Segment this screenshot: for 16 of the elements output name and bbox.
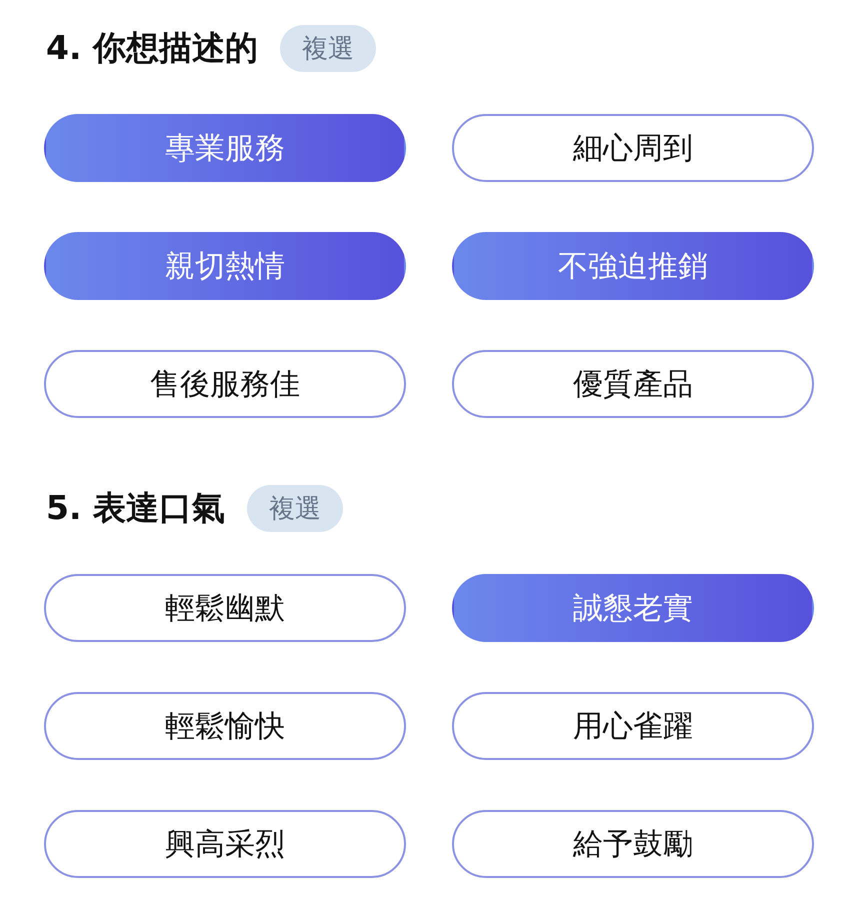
section-title: 5. 表達口氣 <box>45 486 225 528</box>
option-chip[interactable]: 輕鬆愉快 <box>44 692 406 760</box>
option-chip[interactable]: 親切熱情 <box>44 232 406 300</box>
option-chip[interactable]: 給予鼓勵 <box>452 810 814 878</box>
option-chip[interactable]: 優質產品 <box>452 350 814 418</box>
option-chip[interactable]: 專業服務 <box>44 114 406 182</box>
option-chip[interactable]: 興高采烈 <box>44 810 406 878</box>
option-chip[interactable]: 售後服務佳 <box>44 350 406 418</box>
option-chip[interactable]: 用心雀躍 <box>452 692 814 760</box>
multi-select-badge: 複選 <box>280 24 376 72</box>
option-chip[interactable]: 細心周到 <box>452 114 814 182</box>
option-chip[interactable]: 不強迫推銷 <box>452 232 814 300</box>
section-title: 4. 你想描述的 <box>45 26 258 68</box>
multi-select-badge: 複選 <box>247 484 343 532</box>
option-chip[interactable]: 誠懇老實 <box>452 574 814 642</box>
option-chip[interactable]: 輕鬆幽默 <box>44 574 406 642</box>
